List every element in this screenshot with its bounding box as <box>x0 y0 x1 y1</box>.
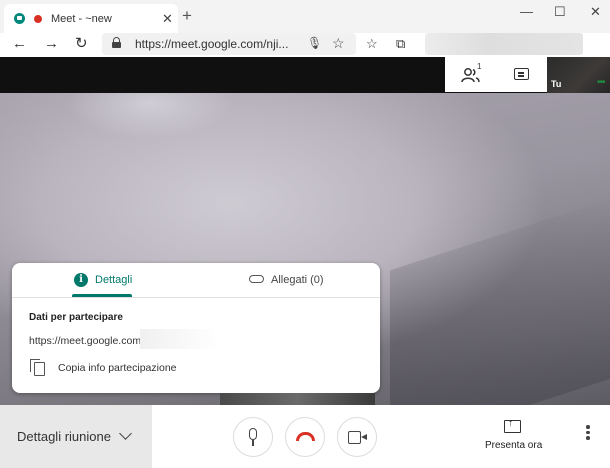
tab-details-label: Dettagli <box>95 274 133 286</box>
back-button[interactable]: ← <box>12 36 27 52</box>
url-text[interactable]: https://meet.google.com/nji... <box>135 37 288 51</box>
blurred-meeting-code <box>140 329 220 349</box>
address-bar[interactable]: https://meet.google.com/nji... 🎙 ☆ <box>102 33 356 55</box>
tab-attachments[interactable]: Allegati (0) <box>249 263 339 297</box>
self-view-thumbnail[interactable]: Tu ••• <box>547 57 610 93</box>
camera-icon <box>348 431 367 444</box>
phone-hangup-icon <box>296 432 315 441</box>
copy-icon[interactable] <box>30 359 45 376</box>
meeting-details-label: Dettagli riunione <box>17 429 111 444</box>
blurred-profile-area <box>425 33 583 55</box>
join-info-heading: Dati per partecipare <box>29 312 123 323</box>
tab-close-icon[interactable]: ✕ <box>162 11 173 27</box>
hang-up-button[interactable] <box>285 417 325 457</box>
meeting-details-button[interactable]: Dettagli riunione <box>0 405 152 468</box>
collections-icon[interactable]: ⧉ <box>396 36 405 52</box>
more-options-icon[interactable] <box>582 423 594 449</box>
minimize-button[interactable]: — <box>520 4 533 19</box>
recording-dot-icon <box>34 15 42 23</box>
new-tab-button[interactable]: + <box>182 6 192 26</box>
forward-button[interactable]: → <box>44 36 59 52</box>
info-icon: i <box>74 273 88 287</box>
star-icon[interactable]: ☆ <box>332 35 345 52</box>
meeting-details-panel: i Dettagli Allegati (0) Dati per parteci… <box>12 263 380 393</box>
browser-tab[interactable]: Meet - ~new ✕ <box>4 4 178 33</box>
divider <box>12 297 380 298</box>
speaking-indicator-icon: ••• <box>597 77 605 88</box>
maximize-button[interactable]: ☐ <box>554 4 566 20</box>
bottom-control-bar: Dettagli riunione Presenta ora <box>0 393 610 468</box>
microphone-button[interactable] <box>233 417 273 457</box>
side-panel-toggles: 1 <box>445 57 547 92</box>
copy-join-info-button[interactable]: Copia info partecipazione <box>58 362 177 374</box>
join-url[interactable]: https://meet.google.com <box>29 335 141 347</box>
navigation-bar: ← → ↻ https://meet.google.com/nji... 🎙 ☆… <box>0 33 610 57</box>
present-now-button[interactable]: Presenta ora <box>485 440 542 451</box>
refresh-button[interactable]: ↻ <box>75 36 88 52</box>
microphone-icon <box>249 428 257 446</box>
microphone-permission-icon[interactable]: 🎙 <box>307 36 322 50</box>
people-count: 1 <box>477 62 482 71</box>
paperclip-icon <box>249 275 264 283</box>
present-screen-icon[interactable] <box>504 418 521 433</box>
tab-details[interactable]: i Dettagli <box>72 263 132 297</box>
close-window-button[interactable]: ✕ <box>590 4 601 20</box>
chevron-down-icon <box>119 427 132 440</box>
self-preview-strip <box>220 393 375 405</box>
meet-favicon-icon <box>14 13 25 24</box>
tab-attachments-label: Allegati (0) <box>271 274 324 286</box>
chat-icon[interactable] <box>514 68 529 80</box>
favorites-icon[interactable]: ☆ <box>366 36 378 52</box>
tab-strip: Meet - ~new ✕ + — ☐ ✕ <box>0 0 610 33</box>
tab-title: Meet - ~new <box>51 13 112 25</box>
camera-button[interactable] <box>337 417 377 457</box>
lock-icon[interactable] <box>112 37 121 48</box>
self-view-label: Tu <box>551 79 562 89</box>
